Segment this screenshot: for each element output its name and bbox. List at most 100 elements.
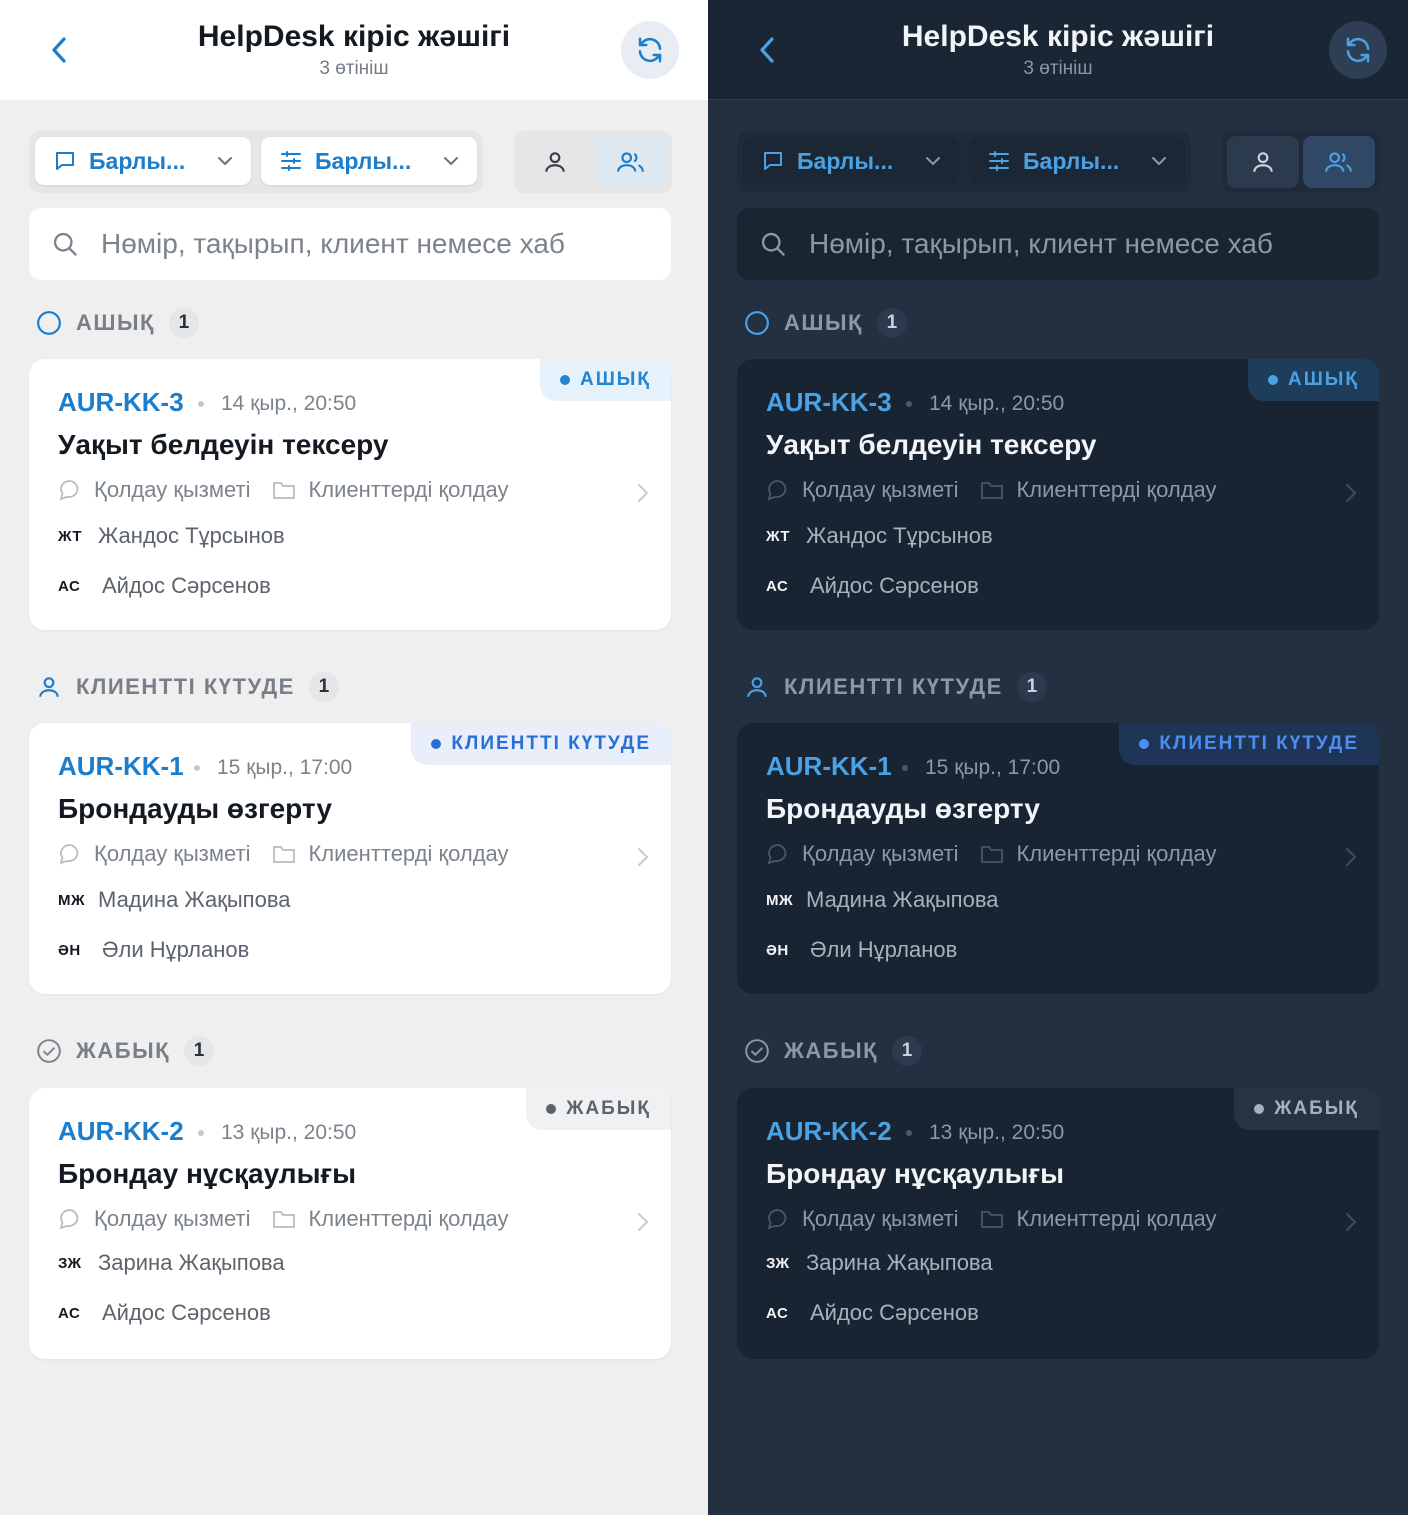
filter-dropdown-group: Барлы... Барлы... xyxy=(29,131,483,193)
search-box xyxy=(737,208,1379,280)
avatar: АС xyxy=(58,1304,81,1322)
assignee-name: Әли Нұрланов xyxy=(810,937,958,962)
requester-name: Жандос Тұрсынов xyxy=(98,523,285,548)
requester: ЖТ Жандос Тұрсынов xyxy=(58,523,285,549)
ticket-meta: Қолдау қызметі Клиенттерді қолдау xyxy=(58,1206,509,1232)
avatar: МЖ xyxy=(766,891,794,909)
chat-bubble-icon xyxy=(59,844,79,865)
section-count: 1 xyxy=(168,308,199,338)
status-badge: ЖАБЫҚ xyxy=(526,1088,671,1130)
my-tickets-toggle[interactable] xyxy=(519,136,591,188)
ticket-title: Брондауды өзгерту xyxy=(766,793,1040,824)
settings-filter-label: Барлы... xyxy=(315,147,412,174)
ticket-card[interactable]: АШЫҚ AUR-KK-3 14 қыр., 20:50 Уақыт белде… xyxy=(29,359,671,630)
avatar: ЗЖ xyxy=(766,1254,790,1272)
ticket-date: 13 қыр., 20:50 xyxy=(929,1121,1065,1144)
channel-filter-label: Барлы... xyxy=(89,147,186,174)
ticket-card[interactable]: КЛИЕНТТІ КҮТУДЕ AUR-KK-1 15 қыр., 17:00 … xyxy=(737,723,1379,994)
section-header-open: АШЫҚ 1 xyxy=(36,308,199,338)
status-badge: АШЫҚ xyxy=(1247,359,1379,401)
ticket-channel: Қолдау қызметі xyxy=(94,841,251,866)
chat-bubble-icon xyxy=(56,152,74,170)
refresh-icon xyxy=(638,37,662,63)
chevron-down-icon xyxy=(926,157,940,165)
section-count: 1 xyxy=(1016,672,1047,702)
assignee-name: Айдос Сәрсенов xyxy=(810,573,979,598)
status-badge: ЖАБЫҚ xyxy=(1234,1088,1379,1130)
all-tickets-toggle[interactable] xyxy=(1303,136,1375,188)
requester-name: Мадина Жақыпова xyxy=(98,887,291,912)
users-icon xyxy=(1325,152,1352,172)
ticket-card[interactable]: ЖАБЫҚ AUR-KK-2 13 қыр., 20:50 Брондау нұ… xyxy=(737,1088,1379,1359)
ticket-channel: Қолдау қызметі xyxy=(802,841,959,866)
light-theme-pane: HelpDesk кіріс жәшігі 3 өтініш Барлы... … xyxy=(0,0,708,1515)
ticket-channel: Қолдау қызметі xyxy=(94,477,251,502)
user-icon xyxy=(545,152,565,172)
section-count: 1 xyxy=(308,672,339,702)
chevron-right-icon xyxy=(638,1213,649,1231)
requester-name: Жандос Тұрсынов xyxy=(806,523,993,548)
ticket-count-subtitle: 3 өтініш xyxy=(1023,58,1093,79)
ticket-card[interactable]: ЖАБЫҚ AUR-KK-2 13 қыр., 20:50 Брондау нұ… xyxy=(29,1088,671,1359)
my-tickets-toggle[interactable] xyxy=(1227,136,1299,188)
folder-icon xyxy=(273,1211,296,1228)
avatar: АС xyxy=(766,1304,789,1322)
ticket-id: AUR-KK-3 xyxy=(58,387,184,417)
ticket-card[interactable]: КЛИЕНТТІ КҮТУДЕ AUR-KK-1 15 қыр., 17:00 … xyxy=(29,723,671,994)
refresh-button[interactable] xyxy=(621,21,679,79)
chevron-right-icon xyxy=(1346,484,1357,502)
section-header-waiting: КЛИЕНТТІ КҮТУДЕ 1 xyxy=(744,672,1047,702)
ticket-id: AUR-KK-3 xyxy=(766,387,892,417)
avatar: ЖТ xyxy=(766,527,791,545)
filter-bar: Барлы... Барлы... xyxy=(737,131,1383,193)
assignee: ӘН Әли Нұрланов xyxy=(766,937,957,963)
settings-filter-dropdown[interactable]: Барлы... xyxy=(969,137,1185,185)
user-icon xyxy=(39,677,59,697)
avatar: МЖ xyxy=(58,891,86,909)
status-badge: КЛИЕНТТІ КҮТУДЕ xyxy=(1119,723,1379,765)
settings-filter-dropdown[interactable]: Барлы... xyxy=(261,137,477,185)
app-header: HelpDesk кіріс жәшігі 3 өтініш xyxy=(708,0,1408,100)
chat-bubble-icon xyxy=(764,152,782,170)
channel-filter-label: Барлы... xyxy=(797,147,894,174)
requester: МЖ Мадина Жақыпова xyxy=(58,887,291,913)
channel-filter-dropdown[interactable]: Барлы... xyxy=(743,137,959,185)
search-box xyxy=(29,208,671,280)
chat-bubble-icon xyxy=(59,480,79,501)
assignee: АС Айдос Сәрсенов xyxy=(58,1300,271,1326)
ticket-title: Брондауды өзгерту xyxy=(58,793,332,824)
ticket-queue: Клиенттерді қолдау xyxy=(308,841,509,866)
ticket-meta: Қолдау қызметі Клиенттерді қолдау xyxy=(766,477,1217,503)
ticket-meta: Қолдау қызметі Клиенттерді қолдау xyxy=(58,841,509,867)
chat-bubble-icon xyxy=(767,844,787,865)
requester-name: Зарина Жақыпова xyxy=(806,1250,993,1275)
ticket-date: 13 қыр., 20:50 xyxy=(221,1121,357,1144)
page-title: HelpDesk кіріс жәшігі xyxy=(901,20,1215,53)
avatar: АС xyxy=(58,577,81,595)
folder-icon xyxy=(981,482,1004,499)
chevron-right-icon xyxy=(638,848,649,866)
section-title: ЖАБЫҚ xyxy=(76,1038,171,1063)
ticket-channel: Қолдау қызметі xyxy=(94,1206,251,1231)
ticket-queue: Клиенттерді қолдау xyxy=(308,1206,509,1231)
circle-icon xyxy=(745,311,769,335)
ticket-card[interactable]: АШЫҚ AUR-KK-3 14 қыр., 20:50 Уақыт белде… xyxy=(737,359,1379,630)
page-title: HelpDesk кіріс жәшігі xyxy=(197,20,511,53)
channel-filter-dropdown[interactable]: Барлы... xyxy=(35,137,251,185)
assignee: АС Айдос Сәрсенов xyxy=(58,573,271,599)
check-circle-icon xyxy=(37,1039,61,1063)
assignee: АС Айдос Сәрсенов xyxy=(766,573,979,599)
ticket-queue: Клиенттерді қолдау xyxy=(1016,1206,1217,1231)
requester: МЖ Мадина Жақыпова xyxy=(766,887,999,913)
filter-bar: Барлы... Барлы... xyxy=(29,131,675,193)
refresh-button[interactable] xyxy=(1329,21,1387,79)
ticket-id: AUR-KK-2 xyxy=(766,1116,892,1146)
filter-dropdown-group: Барлы... Барлы... xyxy=(737,131,1191,193)
search-input[interactable] xyxy=(101,228,591,260)
all-tickets-toggle[interactable] xyxy=(595,136,667,188)
chat-bubble-icon xyxy=(59,1209,79,1230)
assignee-name: Айдос Сәрсенов xyxy=(102,1300,271,1325)
search-input[interactable] xyxy=(809,228,1299,260)
ticket-date: 14 қыр., 20:50 xyxy=(929,392,1065,415)
ticket-meta: Қолдау қызметі Клиенттерді қолдау xyxy=(58,477,509,503)
